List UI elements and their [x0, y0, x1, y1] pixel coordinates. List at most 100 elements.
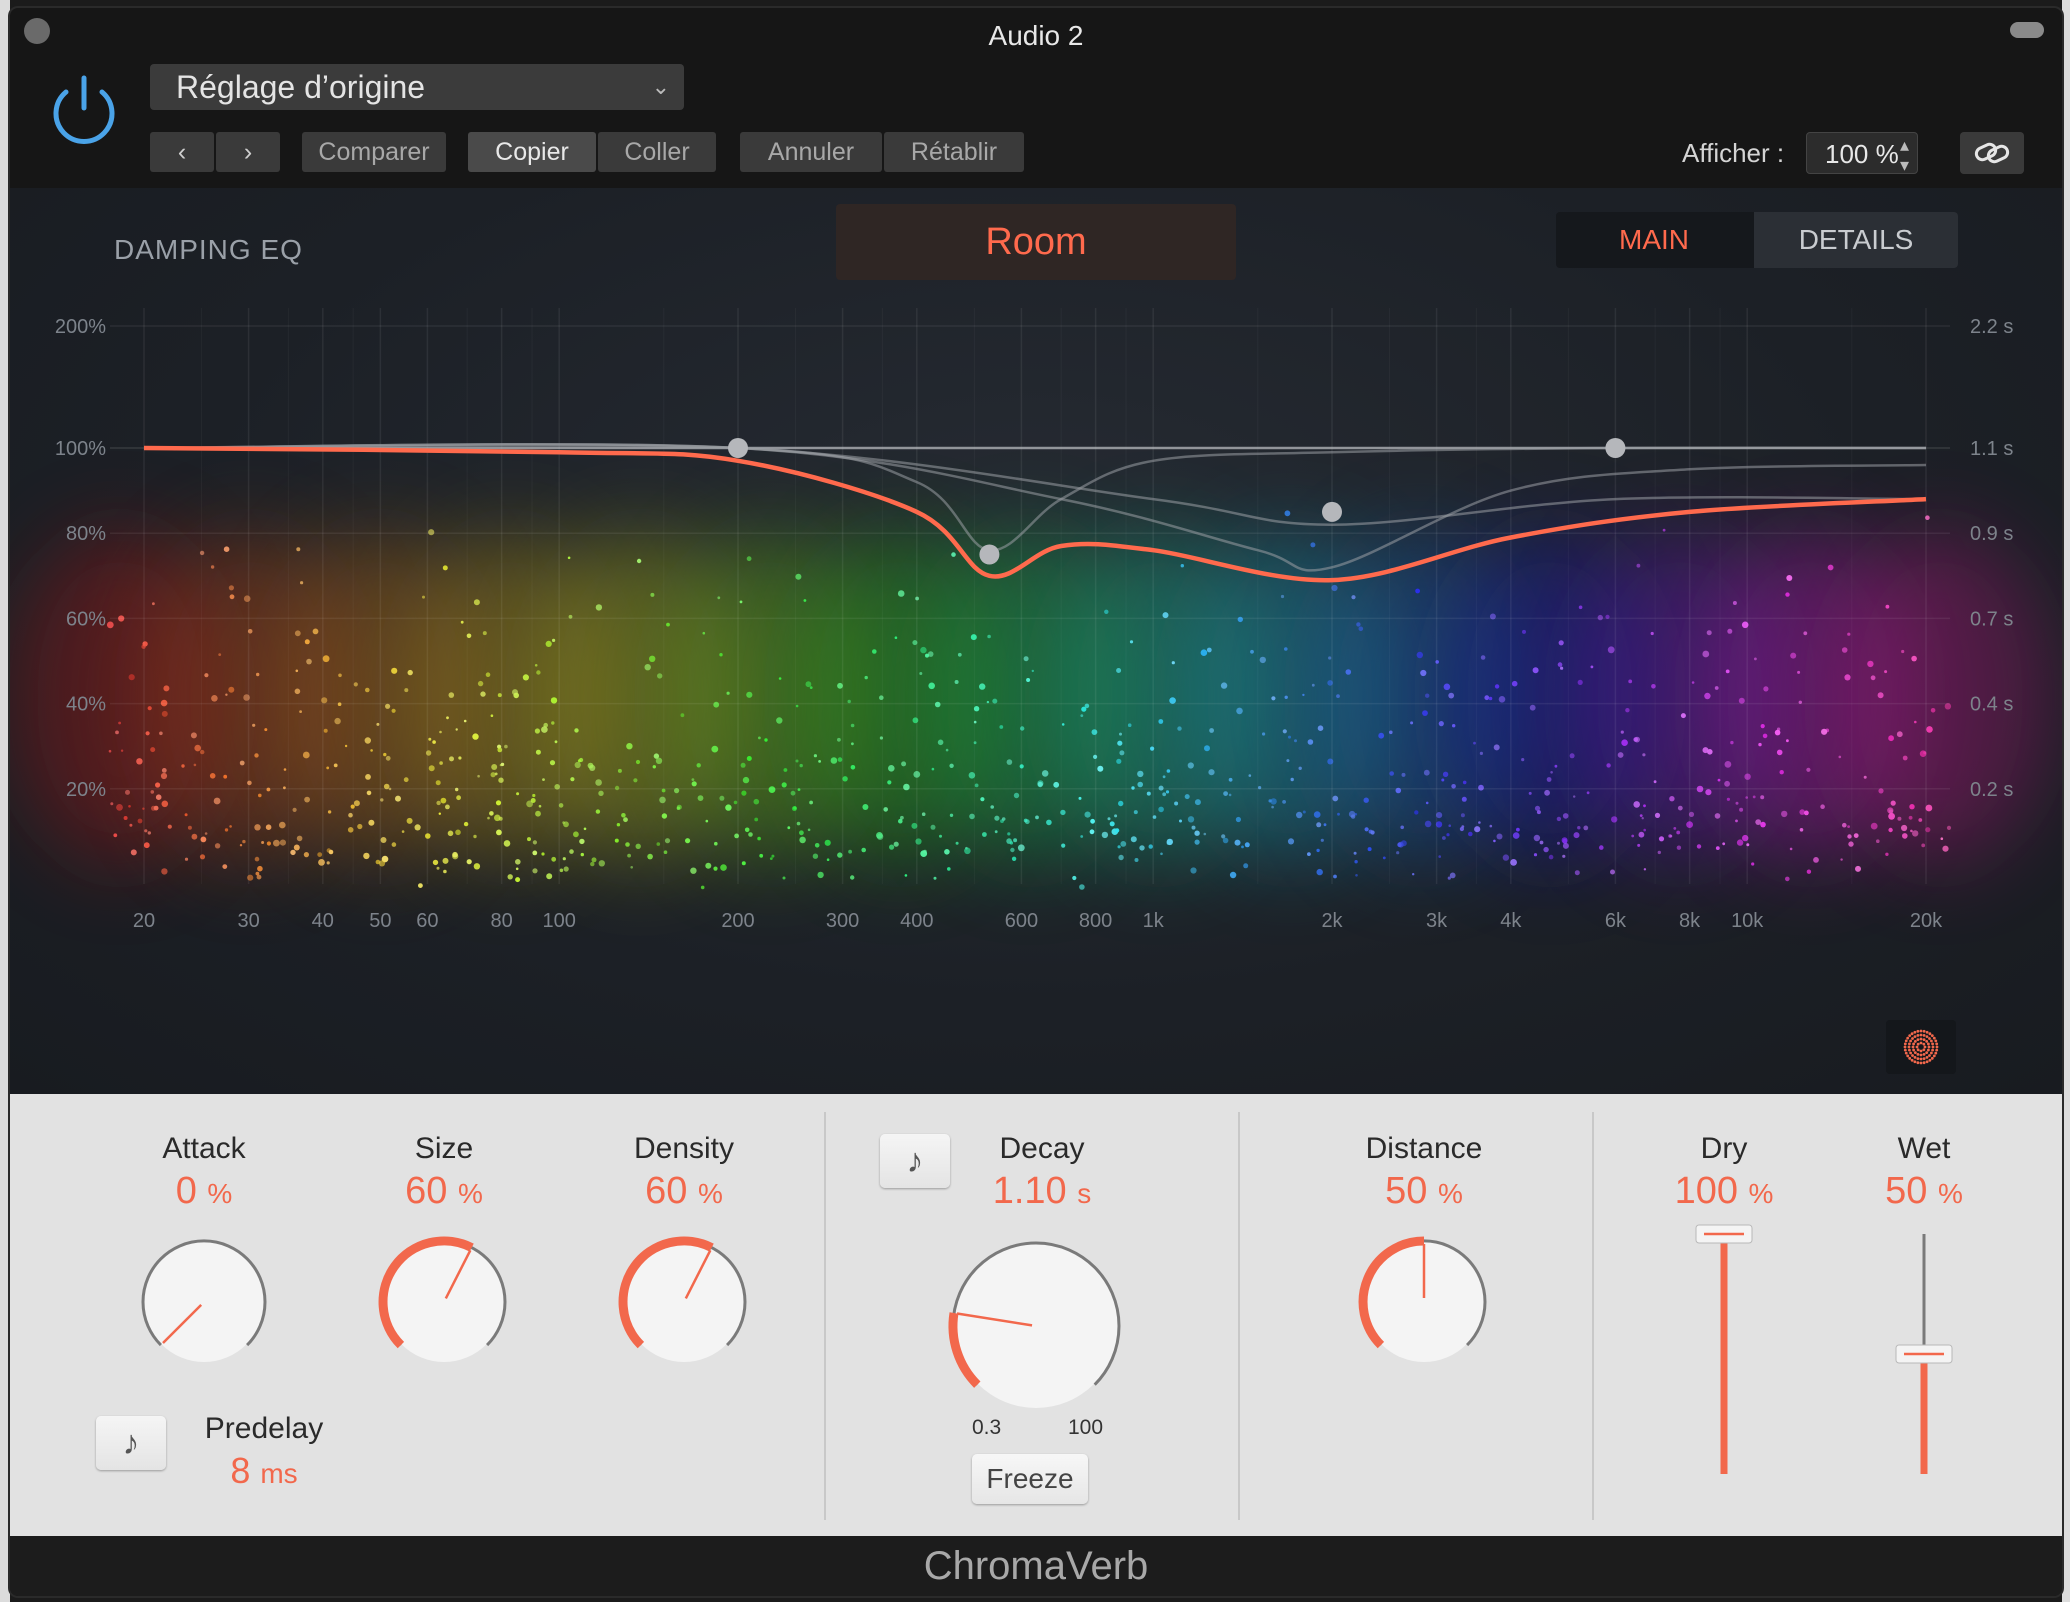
preset-menu[interactable]: Réglage d’origine ⌄ [150, 64, 684, 110]
particle [536, 670, 541, 675]
predelay-unit: ms [260, 1458, 298, 1489]
particle [992, 698, 998, 704]
particle [1290, 777, 1294, 782]
icon-dot [1928, 1058, 1932, 1062]
particle [1639, 814, 1643, 817]
redo-button[interactable]: Rétablir [884, 132, 1024, 172]
icon-dot [1935, 1042, 1939, 1046]
icon-dot [1911, 1045, 1915, 1049]
particle [1676, 845, 1682, 850]
particle [850, 723, 855, 728]
particle [598, 790, 604, 796]
predelay-value[interactable]: 8 ms [164, 1450, 364, 1492]
copy-button[interactable]: Copier [468, 132, 596, 172]
icon-dot [1932, 1054, 1936, 1058]
particle [1621, 739, 1628, 746]
particle [1799, 828, 1804, 832]
particle [1441, 778, 1445, 782]
particle [1328, 656, 1332, 660]
particle [477, 680, 484, 687]
particle [265, 824, 272, 830]
size-knob[interactable] [372, 1230, 516, 1374]
particle [1119, 732, 1122, 736]
icon-dot [1904, 1051, 1908, 1055]
attack-knob[interactable] [132, 1230, 276, 1374]
chevron-down-icon: ⌄ [651, 74, 670, 99]
dry-unit: % [1748, 1178, 1774, 1209]
icon-dot [1916, 1029, 1920, 1033]
particle [1389, 771, 1394, 776]
next-preset-button[interactable]: › [216, 132, 280, 172]
particle [480, 691, 486, 697]
particle [1847, 834, 1852, 839]
particle [213, 797, 221, 805]
icon-dot [1922, 1061, 1926, 1065]
particle [1680, 713, 1686, 719]
particle [1423, 769, 1430, 776]
particle [696, 763, 701, 768]
particle [254, 856, 260, 862]
undo-button[interactable]: Annuler [740, 132, 882, 172]
particle [258, 793, 262, 798]
particle [515, 859, 521, 865]
particle [150, 747, 156, 753]
paste-button[interactable]: Coller [598, 132, 716, 172]
particle [1844, 674, 1851, 681]
freeze-button[interactable]: Freeze [972, 1454, 1088, 1504]
particle [1134, 858, 1139, 862]
decay-sync-button[interactable]: ♪ [880, 1134, 950, 1188]
particle [748, 832, 753, 837]
particle [243, 595, 251, 602]
particle [428, 529, 435, 536]
zoom-select[interactable]: 100 % ▴ ▾ [1806, 132, 1918, 175]
particle [1806, 869, 1812, 874]
link-icon[interactable] [1960, 132, 2024, 174]
compare-button[interactable]: Comparer [302, 132, 446, 172]
particle [327, 810, 332, 814]
particle [1488, 696, 1493, 701]
density-knob[interactable] [612, 1230, 756, 1374]
particle [744, 827, 750, 833]
y-tick-label: 20% [66, 779, 106, 801]
icon-dot [1908, 1034, 1912, 1038]
particle [625, 842, 630, 847]
damping-eq-graph[interactable]: 200% 100% 80% 60% 40% 20% 2.2 s 1.1 s 0.9 s 0.7 … [10, 248, 2062, 1008]
particle [1643, 828, 1646, 832]
decay-knob[interactable] [942, 1232, 1130, 1420]
predelay-sync-button[interactable]: ♪ [96, 1416, 166, 1470]
particle [143, 842, 150, 849]
wet-unit: % [1937, 1178, 1963, 1209]
power-icon[interactable] [44, 70, 124, 150]
particle [130, 849, 137, 856]
particle-view-icon[interactable] [1886, 1020, 1956, 1074]
x-tick-label: 60 [416, 910, 438, 932]
wet-number: 50 [1885, 1170, 1928, 1212]
x-tick-label: 800 [1079, 910, 1112, 932]
icon-dot [1925, 1035, 1929, 1039]
prev-preset-button[interactable]: ‹ [150, 132, 214, 172]
particle [664, 838, 671, 844]
particle [321, 697, 328, 704]
particle [1001, 817, 1006, 821]
particle [295, 669, 299, 673]
particle [949, 813, 954, 817]
particle [1494, 684, 1500, 689]
particle [1333, 874, 1337, 879]
particle [573, 831, 579, 838]
dry-value: 100 % [1624, 1170, 1824, 1213]
icon-dot [1919, 1053, 1923, 1057]
band-curve [143, 442, 1927, 526]
icon-dot [1908, 1042, 1911, 1046]
title-bar[interactable]: Audio 2 [10, 8, 2062, 56]
particle [1364, 827, 1369, 832]
dry-fader[interactable] [1694, 1224, 1754, 1484]
particle [299, 710, 302, 713]
particle [1268, 799, 1272, 803]
collapse-button[interactable] [2010, 22, 2044, 38]
distance-knob[interactable] [1352, 1230, 1496, 1374]
decay-label: Decay [999, 1132, 1085, 1165]
particle [1557, 662, 1563, 667]
particle [1657, 850, 1662, 855]
particle [328, 849, 334, 855]
wet-fader[interactable] [1894, 1224, 1954, 1484]
